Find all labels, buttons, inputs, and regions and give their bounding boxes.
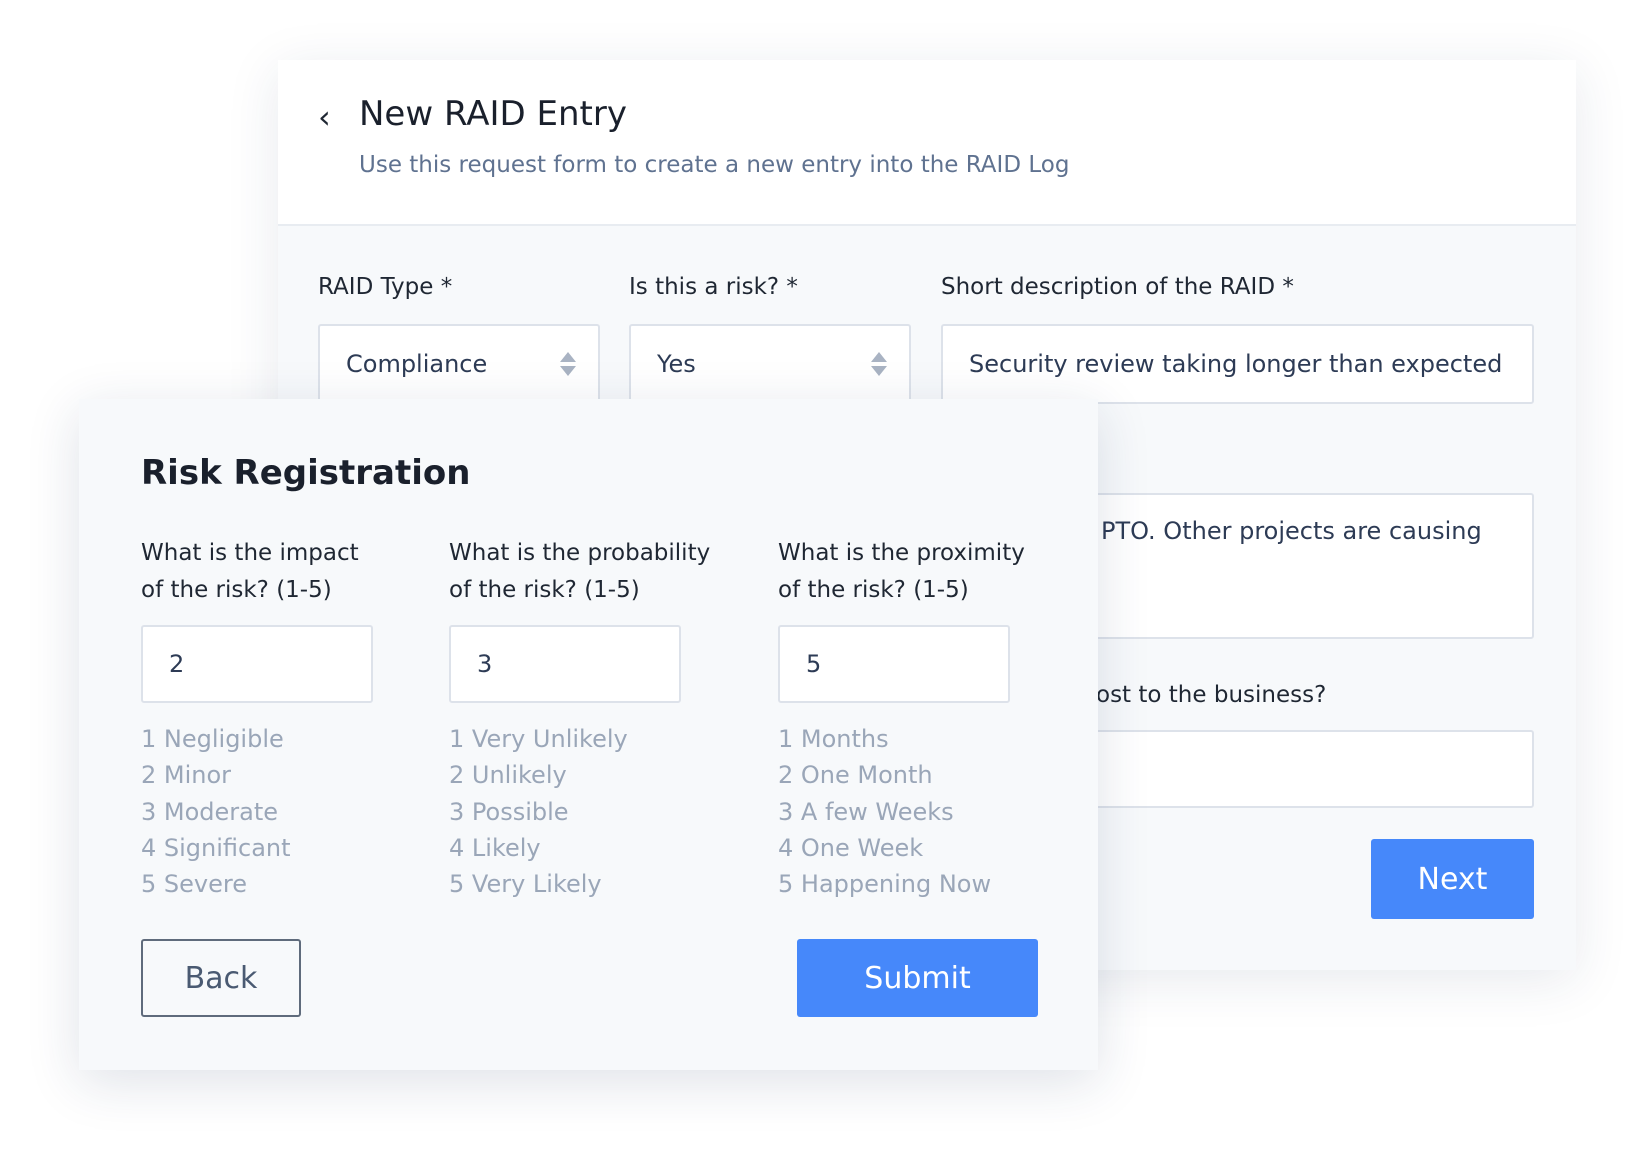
probability-question-line1: What is the probability xyxy=(449,540,711,566)
back-button[interactable]: Back xyxy=(141,939,301,1017)
page-title: New RAID Entry xyxy=(359,94,627,134)
is-risk-value: Yes xyxy=(657,350,696,378)
scale-item: 2 Unlikely xyxy=(449,761,567,790)
scale-item: 3 Possible xyxy=(449,797,569,826)
scale-item: 2 One Month xyxy=(778,761,933,790)
raid-type-label: RAID Type * xyxy=(318,274,453,300)
scale-item: 1 Very Unlikely xyxy=(449,725,628,753)
proximity-input[interactable]: 5 xyxy=(778,625,1010,703)
scale-item: 4 One Week xyxy=(778,833,924,862)
probability-column: What is the probability of the risk? (1-… xyxy=(449,535,710,609)
impact-scale-list: 1 Negligible 2 Minor 3 Moderate 4 Signif… xyxy=(141,721,291,902)
scale-item: 5 Very Likely xyxy=(449,870,602,899)
impact-value: 2 xyxy=(169,650,185,678)
impact-question-line1: What is the impact xyxy=(141,540,359,566)
raid-type-value: Compliance xyxy=(346,350,488,378)
submit-button[interactable]: Submit xyxy=(797,939,1038,1017)
short-description-label: Short description of the RAID * xyxy=(941,274,1294,300)
back-chevron-icon[interactable]: ‹ xyxy=(318,98,331,136)
probability-question-line2: of the risk? (1-5) xyxy=(449,577,640,603)
scale-item: 3 A few Weeks xyxy=(778,797,954,826)
scale-item: 1 Negligible xyxy=(141,725,284,753)
short-description-input[interactable]: Security review taking longer than expec… xyxy=(941,324,1534,404)
page-subtitle: Use this request form to create a new en… xyxy=(359,152,1070,178)
proximity-question-line1: What is the proximity xyxy=(778,540,1025,566)
card-header: ‹ New RAID Entry Use this request form t… xyxy=(278,60,1576,226)
impact-input[interactable]: 2 xyxy=(141,625,373,703)
probability-input[interactable]: 3 xyxy=(449,625,681,703)
dialog-heading: Risk Registration xyxy=(141,453,471,493)
proximity-column: What is the proximity of the risk? (1-5) xyxy=(778,535,1025,609)
next-button[interactable]: Next xyxy=(1371,839,1534,919)
cost-to-business-label: ost to the business? xyxy=(1096,682,1327,708)
probability-scale-list: 1 Very Unlikely 2 Unlikely 3 Possible 4 … xyxy=(449,721,628,902)
is-risk-select[interactable]: Yes xyxy=(629,324,911,404)
impact-question-line2: of the risk? (1-5) xyxy=(141,577,332,603)
raid-type-select[interactable]: Compliance xyxy=(318,324,600,404)
is-risk-label: Is this a risk? * xyxy=(629,274,798,300)
scale-item: 5 Severe xyxy=(141,870,247,899)
proximity-scale-list: 1 Months 2 One Month 3 A few Weeks 4 One… xyxy=(778,721,991,902)
proximity-value: 5 xyxy=(806,650,822,678)
probability-value: 3 xyxy=(477,650,493,678)
scale-item: 4 Significant xyxy=(141,833,291,862)
scale-item: 2 Minor xyxy=(141,761,232,790)
short-description-value: Security review taking longer than expec… xyxy=(969,350,1503,378)
select-arrows-icon xyxy=(560,352,576,380)
scale-item: 5 Happening Now xyxy=(778,870,992,899)
impact-column: What is the impact of the risk? (1-5) xyxy=(141,535,359,609)
select-arrows-icon xyxy=(871,352,887,380)
risk-registration-dialog: Risk Registration What is the impact of … xyxy=(79,399,1098,1070)
proximity-question-line2: of the risk? (1-5) xyxy=(778,577,969,603)
scale-item: 3 Moderate xyxy=(141,797,279,826)
scale-item: 1 Months xyxy=(778,725,889,753)
scale-item: 4 Likely xyxy=(449,833,541,862)
long-description-value: PTO. Other projects are causing xyxy=(1101,517,1482,545)
